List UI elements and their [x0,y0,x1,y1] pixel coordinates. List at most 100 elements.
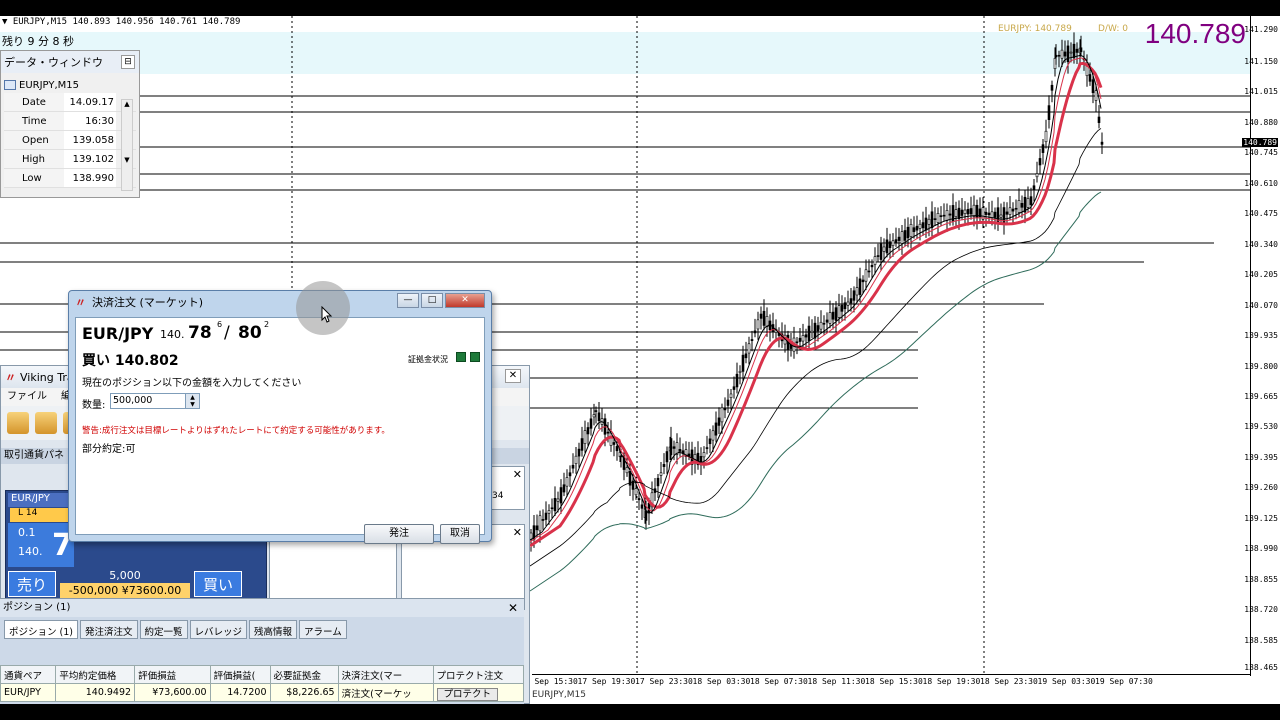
sell-button[interactable]: 売り [8,571,56,597]
positions-column-header[interactable]: 平均約定価格 [55,665,136,684]
candle-body [855,287,859,296]
candle-body [1047,105,1051,120]
price-tick-label: 139.665 [1244,391,1278,401]
candle-body [846,301,850,306]
side-panel-close-icon[interactable]: ✕ [513,468,522,481]
positions-tab[interactable]: アラーム [299,620,347,639]
positions-tab[interactable]: 約定一覧 [139,620,188,639]
data-window-value: 14.09.17 [64,93,116,111]
positions-column-header[interactable]: 通貨ペア [0,665,57,684]
data-window-row: Time 16:30 [4,112,136,131]
candle-body [921,222,925,229]
candle-body [1038,158,1042,166]
settings-tool-icon[interactable] [35,412,57,434]
data-window-value: 138.990 [64,169,116,187]
positions-tab[interactable]: ポジション (1) [4,620,78,639]
candle-body [918,223,922,229]
candle-body [589,418,593,429]
buy-button[interactable]: 買い [194,571,242,597]
positions-tab[interactable]: 残高情報 [249,620,298,639]
screen: ▼ EURJPY,M15 140.893 140.956 140.761 140… [0,16,1280,704]
close-order-dialog[interactable]: 〃 決済注文 (マーケット) — □ ✕ EUR/JPY 140. 78 6 /… [68,290,492,544]
candle-body [858,278,862,295]
candle-body [735,373,739,388]
price-tick-label: 140.475 [1244,209,1278,219]
candle-body [723,407,727,411]
time-tick-label: 18 Sep 19:30 [922,677,981,686]
candle-body [705,447,709,449]
candle-body [592,414,596,418]
candle-body [834,307,838,321]
candle-body [594,410,598,412]
candle-body [729,393,733,398]
candle-body [559,487,563,504]
quantity-input[interactable]: 500,000 ▲ ▼ [110,393,200,409]
price-tick-label: 140.610 [1244,178,1278,188]
time-axis: 17 Sep 15:30 17 Sep 19:30 17 Sep 23:30 18 S… [520,674,1250,688]
candle-body [606,431,610,434]
time-tick-label: 19 Sep 07:30 [1095,677,1153,686]
candle-body [1091,79,1095,94]
chart-symbol-tab[interactable]: EURJPY,M15 [532,690,586,700]
candle-body [945,210,949,221]
candle-body [732,386,736,390]
ask-price: 80 [238,323,262,343]
position-cell-close-order[interactable]: 済注文(マーケッ [337,683,434,702]
rate-panel-pair[interactable]: EUR/JPY [8,493,70,507]
positions-column-header[interactable]: プロテクト注文 [432,665,525,684]
candle-body [665,451,669,463]
dialog-close-button[interactable]: ✕ [445,293,485,308]
candle-body [942,214,946,217]
candle-body [888,241,892,249]
viking-close-icon[interactable]: ✕ [505,369,521,383]
pencil-tool-icon[interactable] [7,412,29,434]
candle-body [747,343,751,354]
candle-body [720,407,724,423]
maximize-button[interactable]: □ [421,293,443,308]
position-cell-protect[interactable]: プロテクト [432,683,525,702]
candle-body [744,353,748,359]
positions-tab[interactable]: レバレッジ [189,620,248,639]
viking-logo-icon: 〃 [5,371,16,384]
candle-body [807,325,811,341]
moving-average-long [529,191,1102,592]
positions-column-header[interactable]: 決済注文(マー [337,665,434,684]
candle-body [1094,90,1098,101]
price-tick-label: 140.070 [1244,300,1278,310]
candle-body [843,302,847,310]
candle-body [999,214,1003,218]
price-axis[interactable]: 141.290 141.150 141.015 140.880 140.789 140.7… [1242,16,1280,676]
positions-column-header[interactable]: 必要証拠金 [269,665,339,684]
candle-body [1044,130,1048,143]
position-row[interactable]: EUR/JPY 140.9492 ¥73,600.00 14.7200 $8,226.6… [0,683,525,702]
trade-quantity: 5,000 [109,569,141,582]
lot-size: 0.1 [18,526,36,539]
candle-body [1097,116,1101,123]
price-tick-label: 138.720 [1244,605,1278,615]
data-window[interactable]: データ・ウィンドウ ⊟ EURJPY,M15 Date 14.09.17 Time 1… [0,50,140,198]
protect-button[interactable]: プロテクト [436,687,499,701]
positions-close-icon[interactable]: ✕ [508,601,518,615]
candle-body [574,455,578,464]
data-window-close-button[interactable]: ⊟ [121,55,135,69]
candle-body [1029,196,1033,205]
candle-body [750,339,754,341]
price-tick-label: 139.800 [1244,361,1278,371]
data-window-scrollbar[interactable]: ▲ ▼ [121,99,133,191]
minimize-button[interactable]: — [397,293,419,308]
candle-body [924,217,928,231]
candle-body [876,255,880,257]
quantity-stepper[interactable]: ▲ ▼ [185,394,199,408]
candle-body [903,230,907,241]
cancel-button[interactable]: 取消 [440,524,480,544]
positions-column-header[interactable]: 評価損益( [209,665,271,684]
price-tick-label: 138.585 [1244,635,1278,645]
positions-tab[interactable]: 発注済注文 [79,620,138,639]
menu-file[interactable]: ファイル [7,388,47,406]
data-window-label: High [4,150,64,168]
positions-column-header[interactable]: 評価損益 [134,665,211,684]
side-panel-3-close-icon[interactable]: ✕ [513,526,522,539]
order-button[interactable]: 発注 [364,524,434,544]
candle-body [1032,185,1036,191]
candle-body [819,321,823,330]
